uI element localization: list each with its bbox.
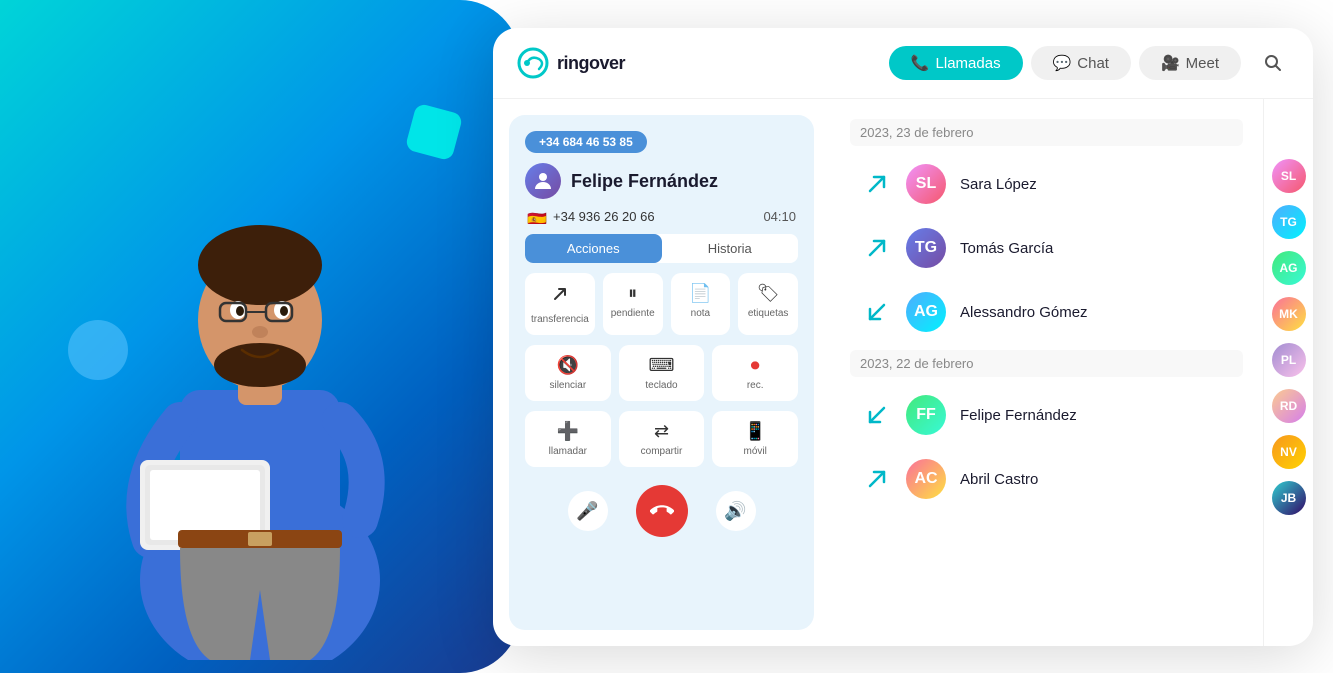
keypad-button[interactable]: ⌨ teclado (619, 345, 705, 401)
tag-icon: 🏷 (757, 283, 780, 304)
mobile-icon: 📱 (744, 421, 766, 442)
note-label: nota (691, 308, 710, 319)
app-header: ringover 📞 Llamadas 💬 Chat 🎥 Meet (493, 28, 1313, 99)
contact-name-felipe: Felipe Fernández (960, 407, 1077, 424)
call-flag-number: 🇪🇸 +34 936 26 20 66 (527, 209, 655, 224)
ringover-logo-icon (517, 47, 549, 79)
mute-button[interactable]: 🔇 silenciar (525, 345, 611, 401)
tab-llamadas[interactable]: 📞 Llamadas (889, 46, 1023, 80)
tags-label: etiquetas (748, 308, 789, 319)
mute-icon: 🔇 (557, 355, 579, 376)
nav-tabs: 📞 Llamadas 💬 Chat 🎥 Meet (889, 46, 1241, 80)
tertiary-grid: ➕ llamadar ⇄ compartir 📱 móvil (525, 411, 798, 467)
secondary-grid: 🔇 silenciar ⌨ teclado ⏺ rec. (525, 345, 798, 401)
search-button[interactable] (1257, 47, 1289, 79)
mic-button[interactable]: 🎤 (568, 491, 608, 531)
end-call-button[interactable] (636, 485, 688, 537)
pause-icon: ⏸ (628, 283, 637, 304)
transfer-button[interactable]: transferencia (525, 273, 595, 335)
avatar-abril: AC (906, 459, 946, 499)
hold-label: pendiente (611, 308, 655, 319)
phone-icon: 📞 (911, 54, 930, 72)
mobile-label: móvil (743, 446, 766, 457)
share-button[interactable]: ⇄ compartir (619, 411, 705, 467)
app-card: ringover 📞 Llamadas 💬 Chat 🎥 Meet (493, 28, 1313, 646)
transfer-label: transferencia (531, 314, 589, 325)
call-number-row: 🇪🇸 +34 936 26 20 66 04:10 (525, 209, 798, 224)
contact-abril[interactable]: AC Abril Castro (850, 449, 1243, 509)
call-number-badge: +34 684 46 53 85 (525, 131, 647, 153)
avatar-sara: SL (906, 164, 946, 204)
mobile-button[interactable]: 📱 móvil (712, 411, 798, 467)
call-out-icon (862, 169, 892, 199)
app-content: +34 684 46 53 85 Felipe Fernández 🇪🇸 +34… (493, 99, 1313, 646)
side-avatar-5[interactable]: PL (1272, 343, 1306, 377)
avatar-tomas: TG (906, 228, 946, 268)
call-out-icon-3 (862, 464, 892, 494)
side-avatar-8[interactable]: JB (1272, 481, 1306, 515)
call-out-icon-2 (862, 233, 892, 263)
side-avatar-4[interactable]: MK (1272, 297, 1306, 331)
side-avatar-7[interactable]: NV (1272, 435, 1306, 469)
contact-name-tomas: Tomás García (960, 240, 1053, 257)
call-tabs: Acciones Historia (525, 234, 798, 263)
keypad-icon: ⌨ (649, 355, 675, 376)
hold-button[interactable]: ⏸ pendiente (603, 273, 663, 335)
contact-tomas[interactable]: TG Tomás García (850, 218, 1243, 278)
note-icon: 📄 (689, 283, 711, 304)
tab-historia[interactable]: Historia (662, 234, 799, 263)
note-button[interactable]: 📄 nota (671, 273, 731, 335)
record-label: rec. (747, 380, 764, 391)
call-duration: 04:10 (763, 209, 796, 224)
video-icon: 🎥 (1161, 54, 1180, 72)
add-call-label: llamadar (549, 446, 587, 457)
add-call-button[interactable]: ➕ llamadar (525, 411, 611, 467)
add-call-icon: ➕ (557, 421, 579, 442)
avatar-felipe: FF (906, 395, 946, 435)
logo-text: ringover (557, 53, 625, 74)
keypad-label: teclado (645, 380, 677, 391)
contact-felipe[interactable]: FF Felipe Fernández (850, 385, 1243, 445)
share-label: compartir (641, 446, 683, 457)
side-avatar-6[interactable]: RD (1272, 389, 1306, 423)
call-panel: +34 684 46 53 85 Felipe Fernández 🇪🇸 +34… (509, 115, 814, 630)
transfer-icon (549, 283, 571, 310)
side-avatar-3[interactable]: AG (1272, 251, 1306, 285)
caller-avatar (525, 163, 561, 199)
side-avatar-1[interactable]: SL (1272, 159, 1306, 193)
history-panel: 2023, 23 de febrero SL Sara López (830, 99, 1263, 646)
flag-icon: 🇪🇸 (527, 210, 547, 224)
caller-info: Felipe Fernández (525, 163, 798, 199)
contact-name-sara: Sara López (960, 176, 1037, 193)
call-in-icon-2 (862, 400, 892, 430)
record-icon: ⏺ (751, 355, 760, 376)
record-button[interactable]: ⏺ rec. (712, 345, 798, 401)
mute-label: silenciar (549, 380, 586, 391)
contact-name-alessandro: Alessandro Gómez (960, 304, 1088, 321)
speaker-button[interactable]: 🔊 (716, 491, 756, 531)
contact-sara[interactable]: SL Sara López (850, 154, 1243, 214)
person-image (60, 60, 460, 660)
date-header-1: 2023, 23 de febrero (850, 119, 1243, 146)
contact-alessandro[interactable]: AG Alessandro Gómez (850, 282, 1243, 342)
call-controls: 🎤 🔊 (525, 477, 798, 545)
avatar-alessandro: AG (906, 292, 946, 332)
tab-acciones[interactable]: Acciones (525, 234, 662, 263)
contact-name-abril: Abril Castro (960, 471, 1038, 488)
tags-button[interactable]: 🏷 etiquetas (738, 273, 798, 335)
action-grid: transferencia ⏸ pendiente 📄 nota 🏷 etiqu… (525, 273, 798, 335)
tab-meet[interactable]: 🎥 Meet (1139, 46, 1241, 80)
chat-icon: 💬 (1053, 54, 1072, 72)
logo-area: ringover (517, 47, 873, 79)
avatars-column: SL TG AG MK PL RD NV JB (1263, 99, 1313, 646)
call-in-icon (862, 297, 892, 327)
share-icon: ⇄ (654, 421, 669, 442)
caller-name: Felipe Fernández (571, 171, 718, 192)
tab-chat[interactable]: 💬 Chat (1031, 46, 1131, 80)
date-header-2: 2023, 22 de febrero (850, 350, 1243, 377)
side-avatar-2[interactable]: TG (1272, 205, 1306, 239)
